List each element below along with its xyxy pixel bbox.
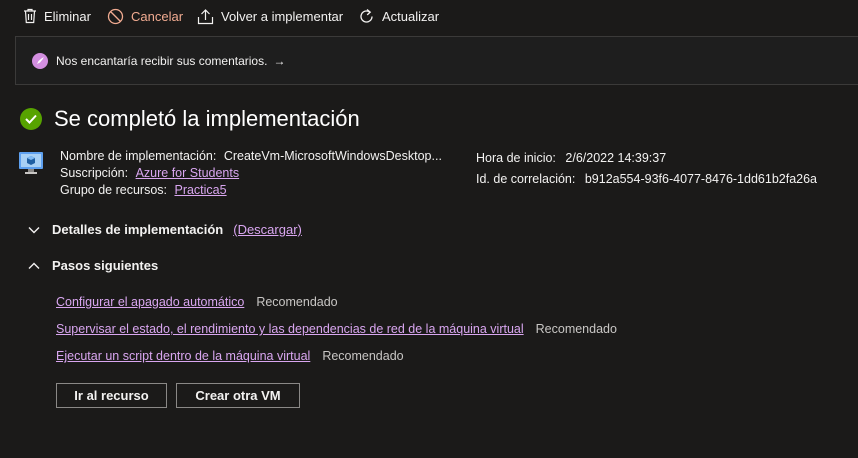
trash-icon bbox=[23, 8, 37, 24]
list-item: Supervisar el estado, el rendimiento y l… bbox=[56, 322, 617, 349]
recommended-tag: Recomendado bbox=[535, 322, 617, 336]
start-time-label: Hora de inicio: bbox=[476, 151, 556, 165]
chevron-down-icon bbox=[28, 222, 40, 237]
deployment-info-left: Nombre de implementación: CreateVm-Micro… bbox=[60, 148, 442, 199]
upload-icon bbox=[197, 8, 214, 25]
recommended-tag: Recomendado bbox=[322, 349, 404, 363]
list-item: Ejecutar un script dentro de la máquina … bbox=[56, 349, 617, 376]
virtual-machine-icon bbox=[18, 150, 44, 179]
recommended-tag: Recomendado bbox=[256, 295, 338, 309]
command-bar: Eliminar Cancelar Volver a implementar A… bbox=[0, 0, 858, 36]
cancel-button[interactable]: Cancelar bbox=[107, 8, 183, 25]
download-link[interactable]: (Descargar) bbox=[233, 222, 302, 237]
start-time-value: 2/6/2022 14:39:37 bbox=[565, 151, 667, 165]
deployment-name-row: Nombre de implementación: CreateVm-Micro… bbox=[60, 148, 442, 165]
subscription-row: Suscripción: Azure for Students bbox=[60, 165, 442, 182]
page-title: Se completó la implementación bbox=[54, 106, 360, 131]
refresh-label: Actualizar bbox=[382, 9, 440, 24]
go-to-resource-button[interactable]: Ir al recurso bbox=[56, 383, 167, 408]
deployment-name-label: Nombre de implementación: bbox=[60, 149, 217, 163]
correlation-id-row: Id. de correlación: b912a554-93f6-4077-8… bbox=[476, 169, 817, 190]
create-vm-button[interactable]: Crear otra VM bbox=[176, 383, 300, 408]
resource-group-row: Grupo de recursos: Practica5 bbox=[60, 182, 442, 199]
subscription-link[interactable]: Azure for Students bbox=[136, 166, 240, 180]
subscription-label: Suscripción: bbox=[60, 166, 129, 180]
delete-label: Eliminar bbox=[44, 8, 91, 24]
feedback-link[interactable]: Nos encantaría recibir sus comentarios. … bbox=[56, 54, 285, 68]
correlation-id-label: Id. de correlación: bbox=[476, 172, 576, 186]
next-steps-toggle[interactable]: Pasos siguientes bbox=[28, 258, 158, 273]
chevron-up-icon bbox=[28, 258, 40, 273]
resource-group-label: Grupo de recursos: bbox=[60, 183, 167, 197]
deployment-details-label: Detalles de implementación bbox=[52, 222, 224, 237]
refresh-button[interactable]: Actualizar bbox=[358, 8, 439, 25]
success-check-icon bbox=[20, 108, 42, 130]
cancel-icon bbox=[107, 8, 124, 25]
next-steps-label: Pasos siguientes bbox=[52, 258, 159, 273]
deployment-name-value: CreateVm-MicrosoftWindowsDesktop... bbox=[223, 149, 442, 163]
start-time-row: Hora de inicio: 2/6/2022 14:39:37 bbox=[476, 148, 817, 169]
deployment-info-right: Hora de inicio: 2/6/2022 14:39:37 Id. de… bbox=[476, 148, 817, 190]
resource-group-link[interactable]: Practica5 bbox=[174, 183, 226, 197]
next-steps-list: Configurar el apagado automático Recomen… bbox=[56, 295, 617, 376]
next-step-link[interactable]: Ejecutar un script dentro de la máquina … bbox=[56, 349, 310, 376]
next-step-link[interactable]: Configurar el apagado automático bbox=[56, 295, 244, 322]
redeploy-button[interactable]: Volver a implementar bbox=[197, 8, 343, 25]
cancel-label: Cancelar bbox=[131, 9, 184, 24]
redeploy-label: Volver a implementar bbox=[221, 9, 344, 24]
refresh-icon bbox=[358, 8, 375, 25]
deployment-details-toggle[interactable]: Detalles de implementación (Descargar) bbox=[28, 222, 302, 237]
arrow-right-icon: → bbox=[273, 54, 286, 68]
rocket-icon bbox=[32, 53, 48, 69]
delete-button[interactable]: Eliminar bbox=[23, 8, 91, 24]
next-step-link[interactable]: Supervisar el estado, el rendimiento y l… bbox=[56, 322, 524, 349]
status-header: Se completó la implementación bbox=[20, 106, 360, 132]
feedback-text: Nos encantaría recibir sus comentarios. bbox=[56, 54, 268, 68]
list-item: Configurar el apagado automático Recomen… bbox=[56, 295, 617, 322]
feedback-banner: Nos encantaría recibir sus comentarios. … bbox=[15, 36, 858, 85]
correlation-id-value: b912a554-93f6-4077-8476-1dd61b2fa26a bbox=[584, 172, 817, 186]
